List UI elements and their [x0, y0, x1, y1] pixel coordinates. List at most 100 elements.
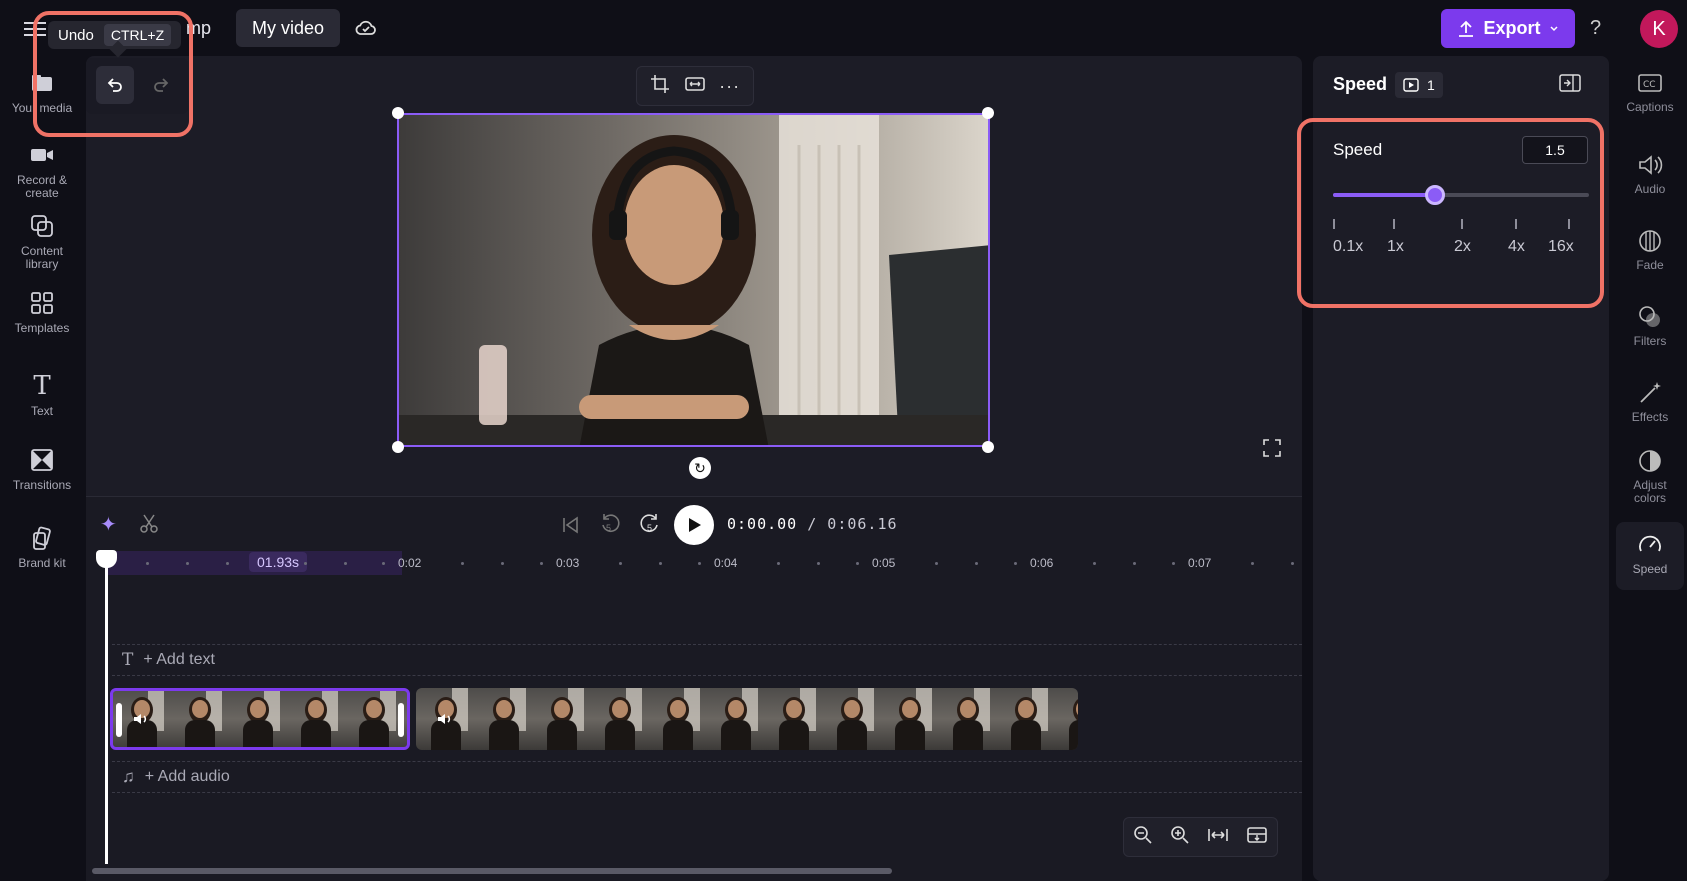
- sidebar-item-transitions[interactable]: Transitions: [0, 447, 84, 492]
- sidebar-item-label: Adjust colors: [1633, 478, 1667, 505]
- sidebar-item-adjust-colors[interactable]: Adjust colors: [1616, 448, 1684, 504]
- slider-tick: [1393, 219, 1395, 229]
- templates-icon: [29, 290, 55, 316]
- undo-tooltip: Undo CTRL+Z: [48, 21, 182, 58]
- tick-dot: [1291, 562, 1294, 565]
- video-canvas[interactable]: [397, 113, 990, 447]
- sidebar-item-fade[interactable]: Fade: [1616, 228, 1684, 272]
- tick-dot: [975, 562, 978, 565]
- speed-label: Speed: [1333, 140, 1383, 159]
- sidebar-item-captions[interactable]: CC Captions: [1616, 70, 1684, 114]
- play-icon: [689, 518, 701, 532]
- playhead-line[interactable]: [105, 556, 108, 864]
- captions-icon: CC: [1637, 70, 1663, 96]
- slider-tick: [1461, 219, 1463, 229]
- left-sidebar: Your media Record & create Content libra…: [0, 56, 84, 881]
- redo-button[interactable]: [142, 66, 180, 104]
- skip-to-start-icon[interactable]: [560, 515, 580, 540]
- resize-handle-bl[interactable]: [392, 441, 404, 453]
- audio-track[interactable]: ♫ + Add audio: [112, 761, 1302, 793]
- crop-icon[interactable]: [650, 74, 670, 99]
- slider-label: 16x: [1548, 238, 1574, 255]
- speedometer-icon: [1637, 532, 1663, 558]
- add-text-button[interactable]: + Add text: [143, 651, 215, 669]
- tick-label: 0:05: [872, 556, 896, 570]
- timeline-scrollbar[interactable]: [92, 868, 892, 874]
- undo-button[interactable]: [96, 66, 134, 104]
- resize-handle-tr[interactable]: [982, 107, 994, 119]
- speed-slider-thumb[interactable]: [1425, 185, 1446, 205]
- timeline-zoom-toolbar: [1123, 817, 1278, 857]
- preview-toolbar: ···: [636, 66, 754, 106]
- cloud-saved-icon[interactable]: [354, 16, 378, 40]
- clip-trim-handle-right[interactable]: [398, 703, 404, 737]
- zoom-out-icon[interactable]: [1133, 825, 1153, 850]
- forward-5s-icon[interactable]: 5: [638, 511, 662, 540]
- sidebar-item-record-create[interactable]: Record & create: [0, 142, 84, 199]
- sidebar-item-label: Templates: [14, 321, 70, 335]
- tick-dot: [935, 562, 938, 565]
- collapse-panel-icon[interactable]: [1559, 74, 1581, 92]
- sidebar-item-content-library[interactable]: Content library: [0, 213, 84, 270]
- sidebar-item-audio[interactable]: Audio: [1616, 152, 1684, 196]
- speed-input[interactable]: [1522, 136, 1588, 164]
- slider-tick: [1333, 219, 1335, 229]
- current-time: 0:00.00: [727, 515, 798, 533]
- fullscreen-icon[interactable]: [1262, 438, 1282, 458]
- brand-kit-icon: [29, 525, 55, 551]
- upload-icon: [1459, 20, 1474, 37]
- more-options-icon[interactable]: ···: [719, 76, 740, 97]
- sidebar-item-label: Audio: [1634, 182, 1666, 196]
- tick-dot: [777, 562, 780, 565]
- slider-tick: [1568, 219, 1570, 229]
- sidebar-item-your-media[interactable]: Your media: [0, 70, 84, 115]
- tick-dot: [659, 562, 662, 565]
- help-icon[interactable]: ?: [1590, 17, 1601, 40]
- tick-dot: [698, 562, 701, 565]
- tick-dot: [817, 562, 820, 565]
- text-track[interactable]: T + Add text: [112, 644, 1302, 676]
- adjust-colors-icon: [1637, 448, 1663, 474]
- speed-slider[interactable]: [1333, 185, 1589, 205]
- export-button[interactable]: Export: [1441, 9, 1575, 48]
- video-clip[interactable]: [416, 688, 1078, 750]
- expand-timeline-icon[interactable]: [1246, 825, 1268, 850]
- fit-timeline-icon[interactable]: [1207, 825, 1229, 850]
- tick-dot: [501, 562, 504, 565]
- clip-volume-icon[interactable]: [436, 710, 454, 728]
- magic-sparkle-icon[interactable]: ✦: [100, 512, 117, 537]
- sidebar-item-text[interactable]: T Text: [0, 373, 84, 418]
- camera-icon: [29, 142, 55, 168]
- play-button[interactable]: [674, 505, 714, 545]
- sidebar-item-label: Effects: [1631, 410, 1669, 424]
- sidebar-item-brand-kit[interactable]: Brand kit: [0, 525, 84, 570]
- sidebar-item-label: Text: [30, 404, 53, 418]
- hamburger-menu-icon[interactable]: [24, 18, 46, 40]
- add-audio-button[interactable]: + Add audio: [145, 768, 230, 786]
- redo-icon: [154, 78, 169, 92]
- playback-controls: ✦ 5 5 0:00.00 / 0:06.16: [86, 497, 1302, 549]
- split-scissors-icon[interactable]: [139, 513, 159, 538]
- sidebar-item-templates[interactable]: Templates: [0, 290, 84, 335]
- clipchamp-editor: mp My video Undo CTRL+Z Export ? K Your …: [0, 0, 1687, 881]
- rewind-5s-icon[interactable]: 5: [598, 511, 622, 540]
- resize-handle-tl[interactable]: [392, 107, 404, 119]
- sidebar-item-effects[interactable]: Effects: [1616, 380, 1684, 424]
- avatar[interactable]: K: [1640, 10, 1678, 48]
- speaker-icon: [1637, 152, 1663, 178]
- time-ruler[interactable]: 01.93s 0:02 0:03 0:04 0:05 0:06 0:07: [106, 551, 1302, 575]
- resize-handle-br[interactable]: [982, 441, 994, 453]
- zoom-in-icon[interactable]: [1170, 825, 1190, 850]
- sidebar-item-label: Transitions: [12, 478, 72, 492]
- sidebar-item-speed[interactable]: Speed: [1616, 522, 1684, 590]
- fit-icon[interactable]: [684, 74, 706, 99]
- sidebar-item-label: Fade: [1636, 258, 1664, 272]
- sidebar-item-filters[interactable]: Filters: [1616, 304, 1684, 348]
- clip-trim-handle-left[interactable]: [116, 703, 122, 737]
- forward-seconds: 5: [647, 523, 653, 533]
- clip-count-badge: 1: [1395, 72, 1443, 98]
- project-name-field[interactable]: My video: [236, 9, 341, 47]
- content-library-icon: [29, 213, 55, 239]
- sidebar-item-label: Content library: [20, 244, 64, 271]
- rotate-icon[interactable]: ↻: [689, 457, 711, 479]
